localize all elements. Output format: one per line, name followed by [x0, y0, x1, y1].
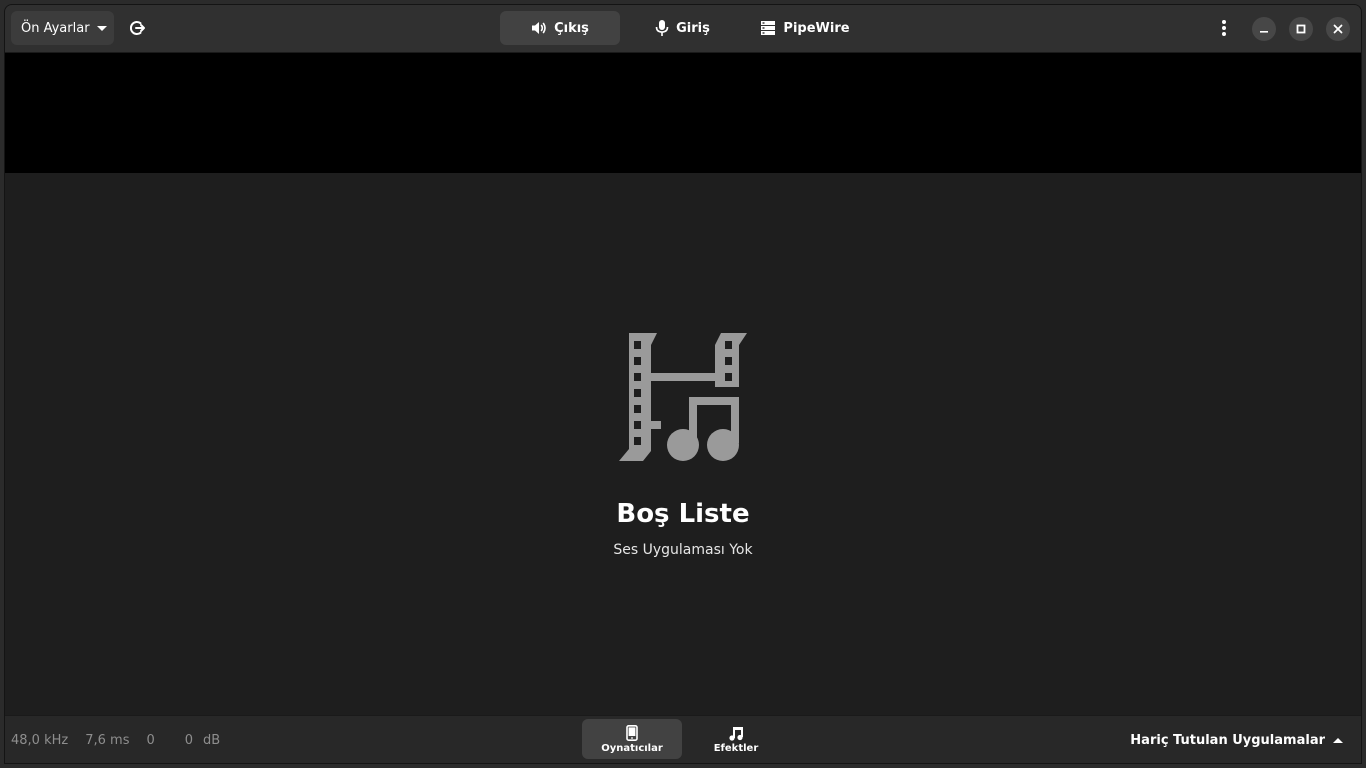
- bypass-icon: [130, 21, 145, 35]
- status-value-a: 0: [146, 732, 155, 748]
- chevron-up-icon: [1333, 737, 1343, 743]
- presets-menu-button[interactable]: Ön Ayarlar: [11, 11, 114, 45]
- tab-pipewire-label: PipeWire: [783, 20, 850, 36]
- main-menu-button[interactable]: [1207, 11, 1241, 45]
- minimize-icon: [1260, 31, 1268, 33]
- status-value-b: 0: [184, 732, 194, 748]
- music-note-icon: [729, 726, 743, 741]
- close-button[interactable]: [1326, 17, 1350, 41]
- status-unit: dB: [203, 732, 221, 748]
- maximize-button[interactable]: [1289, 17, 1313, 41]
- view-effects-button[interactable]: Efektler: [686, 719, 786, 759]
- view-players-label: Oynatıcılar: [601, 742, 663, 754]
- tab-input[interactable]: Giriş: [620, 11, 745, 45]
- maximize-icon: [1296, 24, 1306, 34]
- view-switcher: Oynatıcılar Efektler: [582, 719, 786, 759]
- excluded-apps-button[interactable]: Hariç Tutulan Uygulamalar: [1130, 716, 1343, 763]
- server-icon: [760, 20, 776, 36]
- close-icon: [1333, 24, 1343, 34]
- minimize-button[interactable]: [1252, 17, 1276, 41]
- tab-input-label: Giriş: [676, 20, 710, 36]
- bypass-button[interactable]: [121, 11, 155, 45]
- app-window: Ön Ayarlar Çıkış Giriş PipeWire Boş List…: [4, 4, 1362, 764]
- empty-state-subtitle: Ses Uygulaması Yok: [613, 542, 753, 558]
- latency: 7,6 ms: [85, 732, 130, 748]
- tab-pipewire[interactable]: PipeWire: [745, 11, 865, 45]
- bottom-bar: 48,0 kHz 7,6 ms 0 0 dB Oynatıcılar Efekt…: [5, 715, 1361, 763]
- sample-rate: 48,0 kHz: [11, 732, 69, 748]
- film-music-icon: [619, 333, 747, 461]
- page-tabs: Çıkış Giriş PipeWire: [500, 11, 865, 45]
- tab-output[interactable]: Çıkış: [500, 11, 620, 45]
- microphone-icon: [655, 20, 669, 36]
- kebab-menu-icon: [1222, 20, 1226, 36]
- spectrum-area: [5, 53, 1361, 173]
- header-bar: Ön Ayarlar Çıkış Giriş PipeWire: [5, 5, 1361, 53]
- status-info: 48,0 kHz 7,6 ms 0 0 dB: [11, 716, 237, 763]
- tab-output-label: Çıkış: [554, 20, 589, 36]
- excluded-apps-label: Hariç Tutulan Uygulamalar: [1130, 732, 1325, 748]
- presets-label: Ön Ayarlar: [21, 20, 90, 36]
- view-players-button[interactable]: Oynatıcılar: [582, 719, 682, 759]
- empty-state: Boş Liste Ses Uygulaması Yok: [5, 173, 1361, 717]
- chevron-down-icon: [96, 25, 107, 31]
- phone-icon: [626, 724, 638, 741]
- empty-state-title: Boş Liste: [616, 499, 750, 529]
- view-effects-label: Efektler: [713, 742, 759, 754]
- speaker-icon: [531, 20, 547, 36]
